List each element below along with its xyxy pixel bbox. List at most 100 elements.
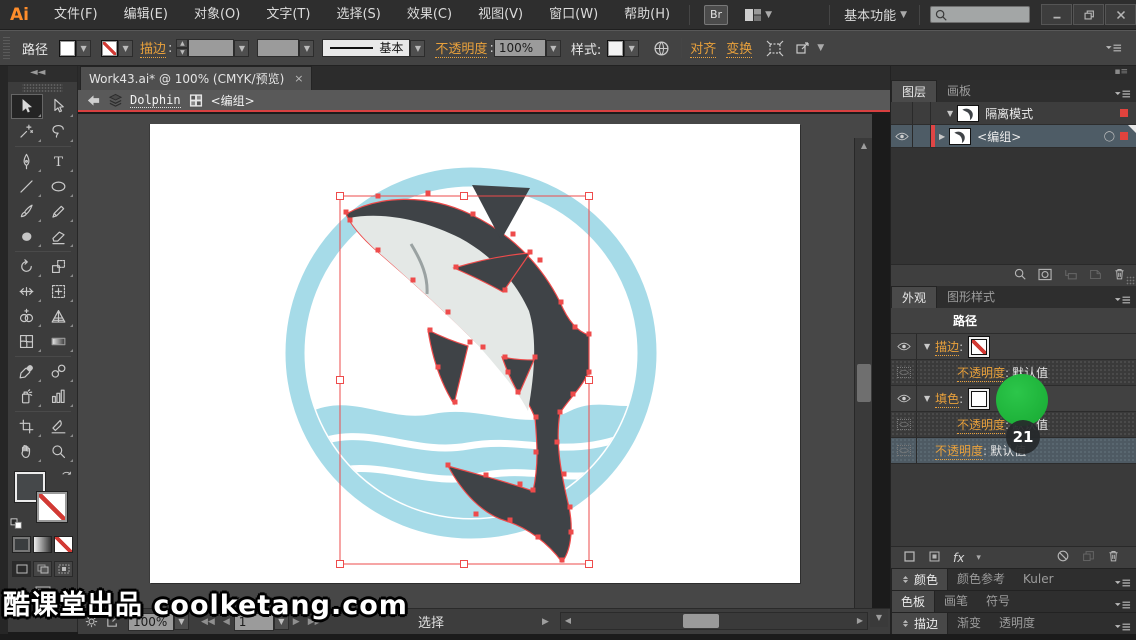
add-stroke-button[interactable]	[903, 548, 916, 567]
chevron-down-icon[interactable]: ▼	[624, 39, 640, 57]
anchor-point[interactable]	[557, 409, 563, 415]
anchor-point[interactable]	[483, 472, 489, 478]
anchor-point[interactable]	[427, 327, 433, 333]
opacity-link[interactable]: 不透明度	[957, 416, 1006, 434]
anchor-point[interactable]	[517, 481, 523, 487]
workspace-switcher[interactable]: 基本功能	[844, 5, 896, 24]
anchor-point[interactable]	[435, 364, 441, 370]
anchor-point[interactable]	[515, 389, 521, 395]
anchor-point[interactable]	[533, 449, 539, 455]
bounding-box-handle[interactable]	[460, 192, 468, 200]
anchor-point[interactable]	[375, 247, 381, 253]
add-effect-button[interactable]: fx	[953, 551, 964, 565]
anchor-point[interactable]	[533, 414, 539, 420]
lock-cell[interactable]	[913, 102, 931, 124]
disclosure-triangle[interactable]: ▼	[924, 394, 930, 403]
shelf-tab-0[interactable]: 描边	[891, 612, 949, 634]
layer-row-group[interactable]: ▶ <编组> ◯	[891, 125, 1136, 148]
bounding-box-handle[interactable]	[336, 560, 344, 568]
shelf-tab-2[interactable]: 透明度	[990, 612, 1044, 634]
anchor-point[interactable]	[452, 399, 458, 405]
anchor-point[interactable]	[425, 190, 431, 196]
opacity-panel-link[interactable]: 不透明度	[435, 38, 488, 58]
slice-tool[interactable]	[43, 414, 75, 439]
anchor-point[interactable]	[445, 309, 451, 315]
tools-grip[interactable]	[22, 84, 63, 92]
selection-color-square[interactable]	[1120, 132, 1128, 140]
direct-selection-tool[interactable]	[43, 94, 75, 119]
layer-name[interactable]: 隔离模式	[985, 105, 1120, 122]
none-button[interactable]	[54, 536, 73, 553]
menu-t[interactable]: 文字(T)	[253, 0, 323, 30]
style-swatch[interactable]	[607, 39, 625, 57]
mesh-tool[interactable]	[11, 329, 43, 354]
layers-tab[interactable]: 画板	[937, 80, 981, 102]
bounding-box-handle[interactable]	[336, 192, 344, 200]
anchor-point[interactable]	[567, 504, 573, 510]
anchor-point[interactable]	[510, 231, 516, 237]
stroke-swatch-control[interactable]: ▼	[101, 39, 134, 57]
swap-fill-stroke-icon[interactable]	[61, 470, 73, 482]
horizontal-scroll-thumb[interactable]	[683, 614, 719, 628]
anchor-point[interactable]	[586, 331, 592, 337]
gradient-button[interactable]	[33, 536, 52, 553]
clear-appearance-button[interactable]	[1056, 548, 1070, 567]
breadcrumb-layer-name[interactable]: Dolphin	[130, 93, 181, 108]
shelf-tab-2[interactable]: Kuler	[1014, 568, 1063, 590]
bounding-box-handle[interactable]	[585, 192, 593, 200]
bounding-box-handle[interactable]	[585, 560, 593, 568]
visibility-cell[interactable]	[891, 360, 917, 385]
lock-cell[interactable]	[913, 125, 931, 147]
document-tab[interactable]: Work43.ai* @ 100% (CMYK/预览) ×	[80, 66, 313, 90]
eyedropper-tool[interactable]	[11, 359, 43, 384]
status-expand-arrow[interactable]: ▶	[542, 617, 549, 627]
transform-panel-link[interactable]: 变换	[726, 38, 753, 58]
draw-normal-button[interactable]	[12, 561, 31, 577]
new-sublayer-button[interactable]	[1064, 266, 1078, 285]
attribute-link[interactable]: 填色	[935, 390, 960, 408]
control-panel-menu[interactable]	[1105, 42, 1122, 54]
bounding-box-handle[interactable]	[585, 376, 593, 384]
anchor-point[interactable]	[445, 462, 451, 468]
opacity-field[interactable]: 100%	[493, 39, 546, 57]
toggle-visibility-box[interactable]	[896, 445, 911, 456]
variable-width-profile[interactable]: 基本	[322, 39, 411, 57]
draw-inside-button[interactable]	[54, 561, 73, 577]
panel-resize-grip[interactable]	[1126, 276, 1135, 285]
align-panel-link[interactable]: 对齐	[690, 38, 717, 58]
anchor-point[interactable]	[537, 257, 543, 263]
blend-tool[interactable]	[43, 359, 75, 384]
blob-brush-tool[interactable]	[11, 224, 43, 249]
shelf-tab-0[interactable]: 颜色	[891, 568, 949, 590]
anchor-point[interactable]	[554, 439, 560, 445]
duplicate-item-button[interactable]	[1082, 548, 1095, 567]
anchor-point[interactable]	[561, 471, 567, 477]
arrange-documents-button[interactable]: ▼	[744, 7, 778, 23]
delete-item-button[interactable]	[1107, 548, 1120, 567]
new-layer-button[interactable]	[1089, 266, 1102, 285]
layer-row-isolation[interactable]: ▼ 隔离模式	[891, 102, 1136, 125]
toggle-visibility-box[interactable]	[896, 419, 911, 430]
layer-thumbnail[interactable]	[949, 127, 972, 145]
target-circle-icon[interactable]: ◯	[1104, 131, 1115, 142]
anchor-point[interactable]	[453, 264, 459, 270]
locate-object-button[interactable]	[1013, 266, 1027, 285]
chevron-down-icon[interactable]: ▼	[234, 39, 250, 57]
disclosure-triangle[interactable]: ▶	[939, 132, 945, 141]
opacity-link[interactable]: 不透明度	[935, 442, 984, 460]
scroll-up-arrow[interactable]: ▲	[855, 138, 872, 154]
close-tab-icon[interactable]: ×	[294, 72, 303, 85]
pencil-tool[interactable]	[43, 199, 75, 224]
fill-white-swatch[interactable]	[971, 390, 988, 407]
pen-tool[interactable]	[11, 149, 43, 174]
line-segment-tool[interactable]	[11, 174, 43, 199]
stroke-weight-field[interactable]	[188, 39, 235, 57]
menu-w[interactable]: 窗口(W)	[536, 0, 611, 30]
restore-button[interactable]	[1073, 4, 1104, 25]
exit-isolation-arrow-icon[interactable]	[86, 93, 101, 108]
vertical-scrollbar[interactable]: ▲ ▼	[854, 138, 872, 608]
visibility-cell[interactable]	[891, 438, 917, 463]
eye-icon[interactable]	[896, 342, 911, 351]
fill-swatch[interactable]	[59, 39, 77, 57]
paintbrush-tool[interactable]	[11, 199, 43, 224]
